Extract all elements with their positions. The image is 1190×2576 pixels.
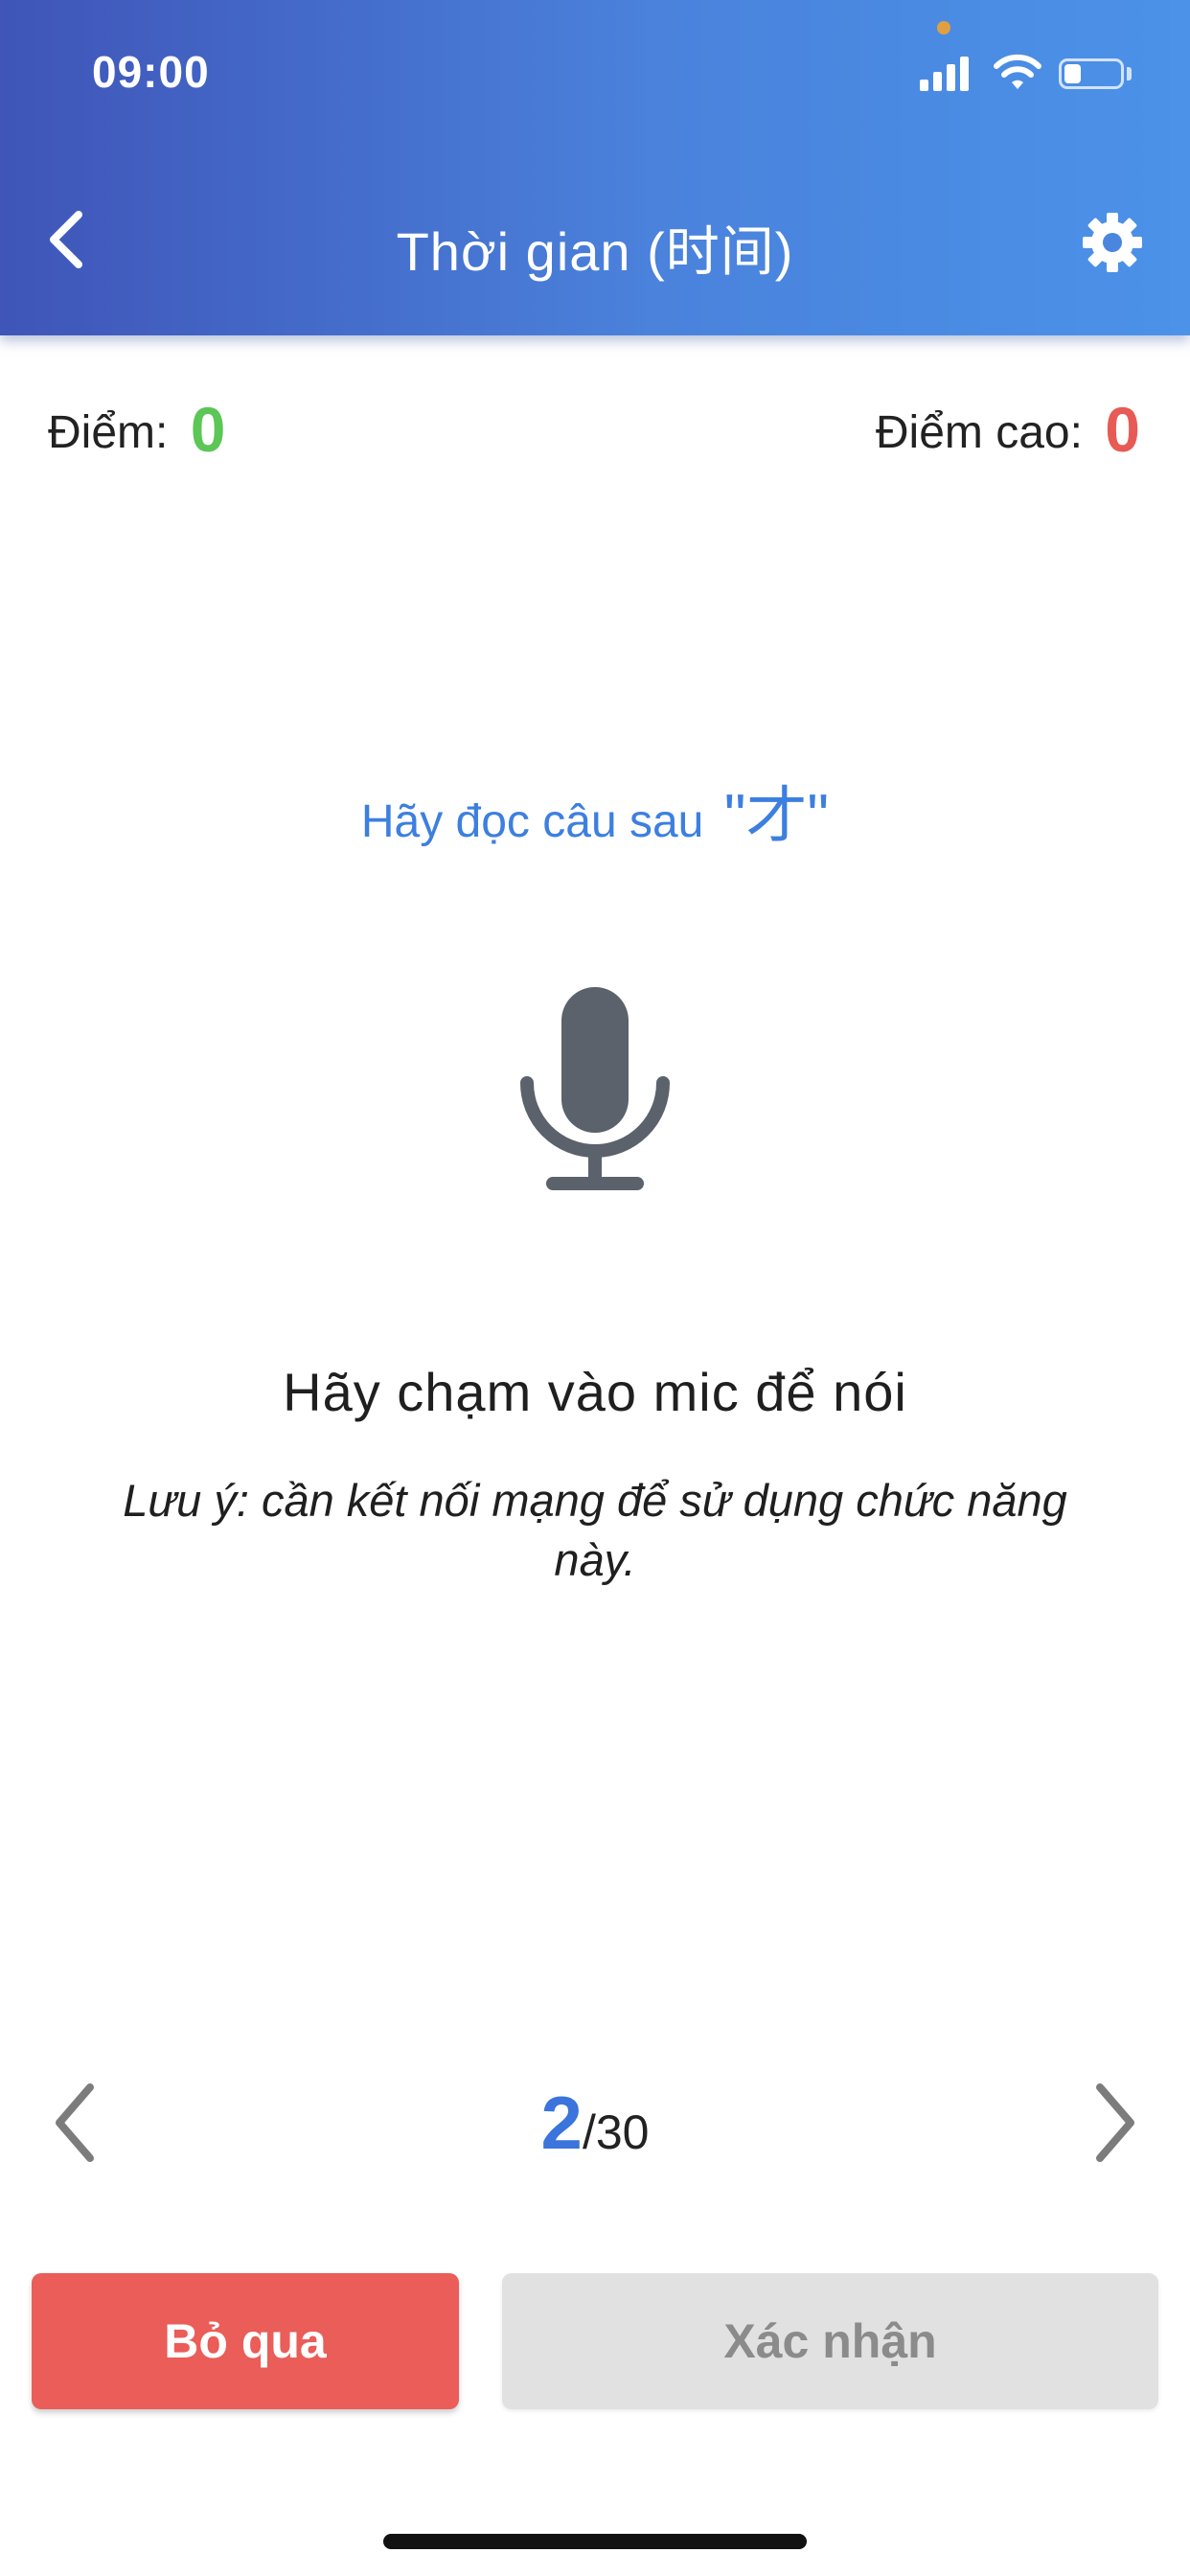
signal-icon (920, 53, 977, 91)
network-note: Lưu ý: cần kết nối mạng để sử dụng chức … (123, 1475, 1067, 1585)
high-score-value: 0 (1105, 394, 1140, 465)
mic-hint: Hãy chạm vào mic để nói (283, 1362, 907, 1422)
question-counter: 2/30 (0, 2080, 1190, 2167)
reading-prompt: Hãy đọc câu sau "才" (0, 767, 1190, 855)
camera-indicator-dot (937, 21, 950, 34)
battery-icon (1059, 58, 1124, 89)
app-header: 09:00 Thời gian (时间) (0, 0, 1190, 335)
status-time: 09:00 (92, 47, 210, 97)
current-question: 2 (540, 2081, 583, 2165)
skip-button[interactable]: Bỏ qua (32, 2273, 459, 2409)
home-indicator (383, 2534, 807, 2549)
microphone-icon[interactable] (517, 987, 673, 1198)
score-display: Điểm: 0 (48, 393, 225, 466)
score-label: Điểm: (48, 407, 169, 458)
confirm-button[interactable]: Xác nhận (502, 2273, 1158, 2409)
battery-cap (1127, 67, 1132, 80)
total-questions: /30 (582, 2105, 650, 2159)
battery-level (1064, 64, 1081, 83)
next-button[interactable] (1085, 2080, 1142, 2166)
back-button[interactable] (38, 201, 105, 278)
prompt-target-word: "才" (723, 781, 830, 850)
prompt-text: Hãy đọc câu sau (360, 796, 704, 847)
screen: 09:00 Thời gian (时间) Điểm: 0 Điểm cao: 0… (0, 0, 1190, 2576)
high-score-label: Điểm cao: (875, 407, 1083, 458)
page-title: Thời gian (时间) (396, 221, 794, 282)
high-score-display: Điểm cao: 0 (876, 393, 1140, 466)
gear-icon[interactable] (1081, 211, 1144, 274)
score-value: 0 (190, 394, 226, 465)
wifi-icon (994, 54, 1041, 89)
